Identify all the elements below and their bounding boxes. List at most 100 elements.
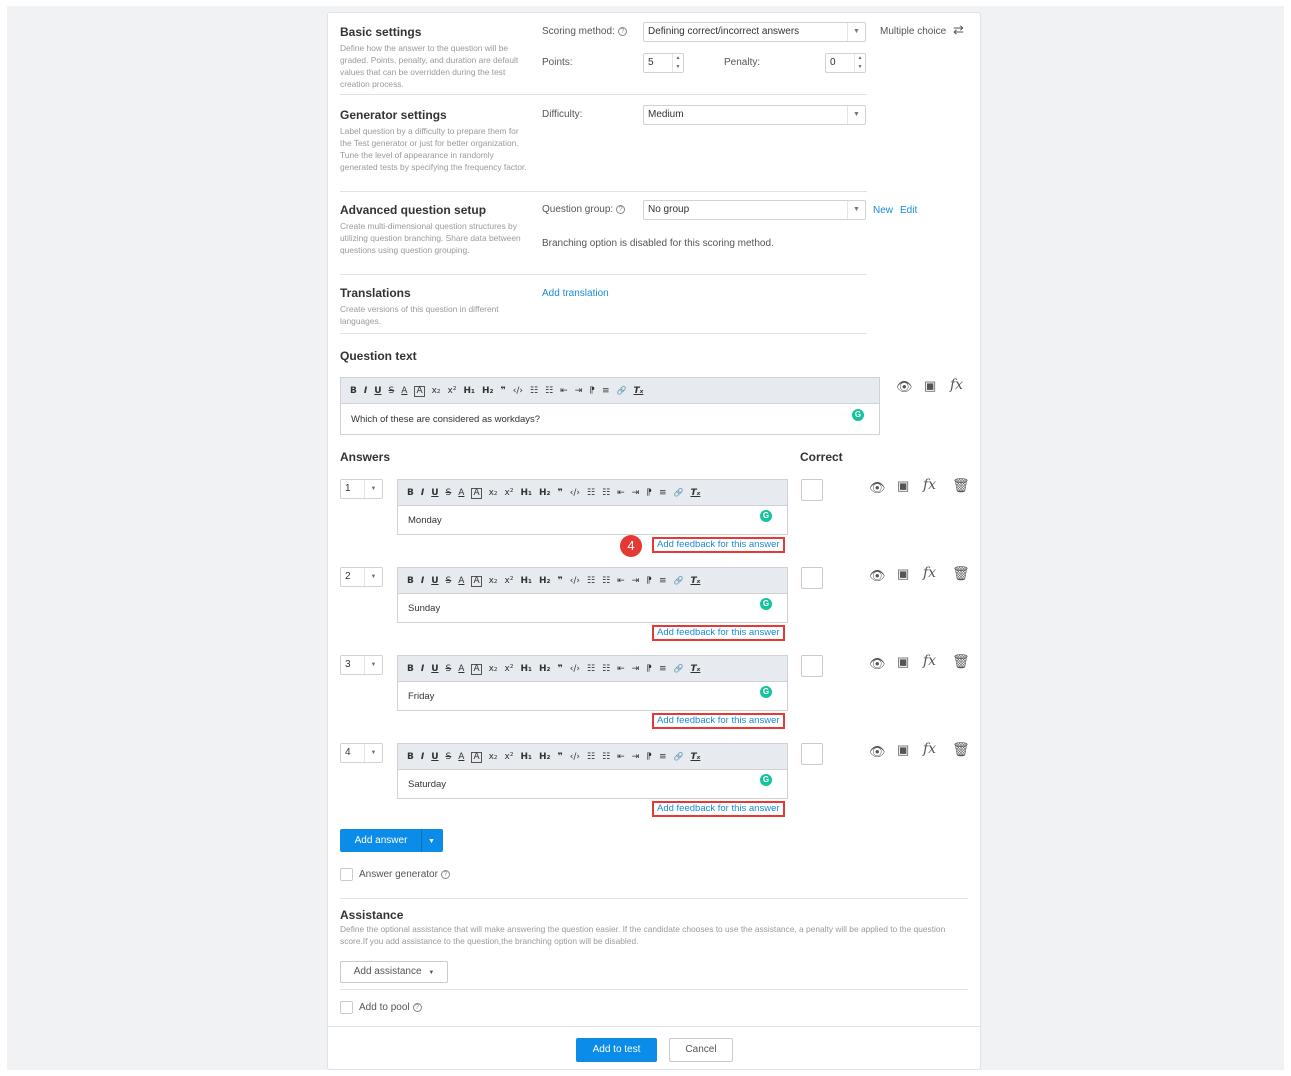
answer-editor[interactable]: Sunday G — [397, 593, 788, 623]
bullet-list-button[interactable]: ☷ — [602, 481, 610, 506]
scoring-method-select[interactable]: Defining correct/incorrect answers ▼ — [643, 22, 866, 42]
help-icon[interactable]: ? — [616, 205, 626, 214]
correct-checkbox[interactable] — [801, 655, 823, 677]
bullet-list-button[interactable]: ☷ — [602, 657, 610, 682]
clear-format-button[interactable]: Tₓ — [690, 745, 700, 770]
align-button[interactable]: ≡ — [659, 745, 667, 770]
add-feedback-link[interactable]: Add feedback for this answer — [652, 625, 785, 641]
text-color-button[interactable]: A — [458, 657, 464, 682]
indent-button[interactable]: ⇥ — [632, 745, 640, 770]
indent-button[interactable]: ⇥ — [632, 569, 640, 594]
underline-button[interactable]: U — [431, 745, 438, 770]
text-direction-button[interactable]: ⁋ — [646, 481, 652, 506]
underline-button[interactable]: U — [431, 481, 438, 506]
heading1-button[interactable]: H₁ — [520, 569, 531, 594]
answer-generator-checkbox[interactable] — [340, 868, 353, 881]
background-color-button[interactable]: A — [471, 488, 482, 499]
grammarly-icon[interactable]: G — [760, 510, 772, 522]
add-assistance-button[interactable]: Add assistance ▼ — [340, 961, 448, 983]
italic-button[interactable]: I — [421, 569, 424, 594]
quote-button[interactable]: ❞ — [500, 379, 505, 404]
strikethrough-button[interactable]: S — [389, 379, 395, 404]
grammarly-icon[interactable]: G — [852, 409, 864, 421]
heading1-button[interactable]: H₁ — [520, 481, 531, 506]
add-feedback-link[interactable]: Add feedback for this answer — [652, 801, 785, 817]
bullet-list-button[interactable]: ☷ — [545, 379, 553, 404]
text-color-button[interactable]: A — [458, 569, 464, 594]
outdent-button[interactable]: ⇤ — [560, 379, 568, 404]
ordered-list-button[interactable]: ☷ — [587, 569, 595, 594]
answer-number-select[interactable]: 2 ▼ — [340, 567, 383, 587]
trash-icon[interactable]: 🗑 — [952, 741, 970, 758]
text-color-button[interactable]: A — [458, 745, 464, 770]
superscript-button[interactable]: x² — [448, 379, 457, 404]
link-button[interactable]: 🔗 — [617, 378, 627, 403]
trash-icon[interactable]: 🗑 — [952, 565, 970, 582]
add-translation-link[interactable]: Add translation — [542, 288, 609, 299]
eye-icon[interactable]: 👁 — [896, 379, 913, 395]
italic-button[interactable]: I — [421, 657, 424, 682]
code-button[interactable]: ‹/› — [570, 569, 580, 594]
heading1-button[interactable]: H₁ — [520, 657, 531, 682]
subscript-button[interactable]: x₂ — [489, 569, 498, 594]
stepper-icon[interactable]: ▲ ▼ — [854, 54, 865, 72]
add-to-test-button[interactable]: Add to test — [576, 1038, 657, 1062]
points-input[interactable]: 5 ▲ ▼ — [643, 53, 684, 73]
image-icon[interactable]: ▣ — [897, 654, 909, 670]
add-to-pool-checkbox[interactable] — [340, 1001, 353, 1014]
subscript-button[interactable]: x₂ — [432, 379, 441, 404]
stepper-icon[interactable]: ▲ ▼ — [672, 54, 683, 72]
outdent-button[interactable]: ⇤ — [617, 569, 625, 594]
quote-button[interactable]: ❞ — [557, 657, 562, 682]
ordered-list-button[interactable]: ☷ — [587, 745, 595, 770]
background-color-button[interactable]: A — [471, 664, 482, 675]
text-direction-button[interactable]: ⁋ — [646, 569, 652, 594]
grammarly-icon[interactable]: G — [760, 598, 772, 610]
answer-editor[interactable]: Friday G — [397, 681, 788, 711]
italic-button[interactable]: I — [421, 745, 424, 770]
background-color-button[interactable]: A — [414, 386, 425, 397]
heading1-button[interactable]: H₁ — [520, 745, 531, 770]
clear-format-button[interactable]: Tₓ — [690, 481, 700, 506]
quote-button[interactable]: ❞ — [557, 569, 562, 594]
heading2-button[interactable]: H₂ — [539, 745, 550, 770]
cancel-button[interactable]: Cancel — [669, 1038, 733, 1062]
grammarly-icon[interactable]: G — [760, 686, 772, 698]
heading1-button[interactable]: H₁ — [463, 379, 474, 404]
subscript-button[interactable]: x₂ — [489, 745, 498, 770]
bold-button[interactable]: B — [407, 657, 414, 682]
link-button[interactable]: 🔗 — [674, 568, 684, 593]
trash-icon[interactable]: 🗑 — [952, 653, 970, 670]
superscript-button[interactable]: x² — [505, 481, 514, 506]
formula-icon[interactable]: fx — [923, 741, 936, 757]
heading2-button[interactable]: H₂ — [539, 569, 550, 594]
link-button[interactable]: 🔗 — [674, 744, 684, 769]
formula-icon[interactable]: fx — [923, 653, 936, 669]
chevron-down-icon[interactable]: ▼ — [422, 830, 442, 853]
question-group-select[interactable]: No group ▼ — [643, 200, 866, 220]
underline-button[interactable]: U — [431, 569, 438, 594]
underline-button[interactable]: U — [374, 379, 381, 404]
heading2-button[interactable]: H₂ — [539, 481, 550, 506]
trash-icon[interactable]: 🗑 — [952, 477, 970, 494]
bullet-list-button[interactable]: ☷ — [602, 745, 610, 770]
italic-button[interactable]: I — [421, 481, 424, 506]
outdent-button[interactable]: ⇤ — [617, 745, 625, 770]
strikethrough-button[interactable]: S — [446, 657, 452, 682]
bold-button[interactable]: B — [350, 379, 357, 404]
text-direction-button[interactable]: ⁋ — [646, 745, 652, 770]
quote-button[interactable]: ❞ — [557, 745, 562, 770]
correct-checkbox[interactable] — [801, 479, 823, 501]
code-button[interactable]: ‹/› — [570, 481, 580, 506]
outdent-button[interactable]: ⇤ — [617, 657, 625, 682]
strikethrough-button[interactable]: S — [446, 481, 452, 506]
add-feedback-link[interactable]: Add feedback for this answer — [652, 537, 785, 553]
link-button[interactable]: 🔗 — [674, 480, 684, 505]
new-group-link[interactable]: New — [873, 205, 893, 216]
correct-checkbox[interactable] — [801, 567, 823, 589]
ordered-list-button[interactable]: ☷ — [587, 481, 595, 506]
link-button[interactable]: 🔗 — [674, 656, 684, 681]
clear-format-button[interactable]: Tₓ — [633, 379, 643, 404]
code-button[interactable]: ‹/› — [513, 379, 523, 404]
help-icon[interactable]: ? — [412, 1003, 422, 1012]
